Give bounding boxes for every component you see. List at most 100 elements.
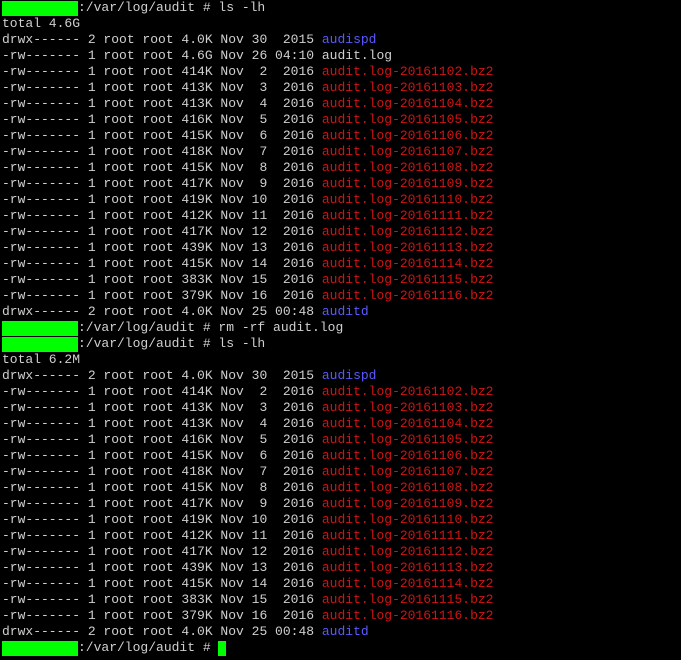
- listing-row: -rw------- 1 root root 415K Nov 8 2016 a…: [2, 480, 681, 496]
- archive-file-name: audit.log-20161116.bz2: [321, 608, 494, 623]
- listing-row: -rw------- 1 root root 419K Nov 10 2016 …: [2, 192, 681, 208]
- listing-row: -rw------- 1 root root 4.6G Nov 26 04:10…: [2, 48, 681, 64]
- archive-file-name: audit.log-20161104.bz2: [321, 416, 494, 431]
- file-metadata: -rw------- 1 root root 417K Nov 12 2016: [2, 544, 322, 559]
- prompt-line: :/var/log/audit # ls -lh: [2, 0, 681, 16]
- file-metadata: drwx------ 2 root root 4.0K Nov 30 2015: [2, 32, 322, 47]
- archive-file-name: audit.log-20161103.bz2: [321, 400, 494, 415]
- listing-row: -rw------- 1 root root 416K Nov 5 2016 a…: [2, 112, 681, 128]
- total-size-text: total 6.2M: [2, 352, 81, 367]
- listing-row: -rw------- 1 root root 439K Nov 13 2016 …: [2, 240, 681, 256]
- listing-row: -rw------- 1 root root 418K Nov 7 2016 a…: [2, 144, 681, 160]
- file-metadata: -rw------- 1 root root 416K Nov 5 2016: [2, 432, 322, 447]
- listing-row: -rw------- 1 root root 415K Nov 14 2016 …: [2, 256, 681, 272]
- archive-file-name: audit.log-20161109.bz2: [321, 176, 494, 191]
- archive-file-name: audit.log-20161107.bz2: [321, 464, 494, 479]
- file-metadata: -rw------- 1 root root 417K Nov 12 2016: [2, 224, 322, 239]
- prompt-command: :/var/log/audit # ls -lh: [78, 336, 266, 351]
- listing-row: -rw------- 1 root root 412K Nov 11 2016 …: [2, 528, 681, 544]
- archive-file-name: audit.log-20161102.bz2: [321, 64, 494, 79]
- file-metadata: -rw------- 1 root root 418K Nov 7 2016: [2, 464, 322, 479]
- listing-row: -rw------- 1 root root 417K Nov 12 2016 …: [2, 224, 681, 240]
- file-metadata: -rw------- 1 root root 419K Nov 10 2016: [2, 512, 322, 527]
- listing-row: -rw------- 1 root root 413K Nov 4 2016 a…: [2, 416, 681, 432]
- archive-file-name: audit.log-20161110.bz2: [321, 512, 494, 527]
- listing-row: -rw------- 1 root root 418K Nov 7 2016 a…: [2, 464, 681, 480]
- terminal-window[interactable]: :/var/log/audit # ls -lh total 4.6G drwx--…: [2, 0, 681, 660]
- listing-row: -rw------- 1 root root 413K Nov 4 2016 a…: [2, 96, 681, 112]
- directory-name: audispd: [321, 368, 377, 383]
- file-metadata: -rw------- 1 root root 383K Nov 15 2016: [2, 272, 322, 287]
- file-metadata: -rw------- 1 root root 415K Nov 8 2016: [2, 480, 322, 495]
- file-metadata: -rw------- 1 root root 413K Nov 3 2016: [2, 400, 322, 415]
- file-metadata: -rw------- 1 root root 413K Nov 4 2016: [2, 96, 322, 111]
- archive-file-name: audit.log-20161114.bz2: [321, 256, 494, 271]
- archive-file-name: audit.log-20161109.bz2: [321, 496, 494, 511]
- redacted-hostname: [2, 1, 78, 16]
- archive-file-name: audit.log-20161107.bz2: [321, 144, 494, 159]
- file-metadata: -rw------- 1 root root 415K Nov 6 2016: [2, 448, 322, 463]
- archive-file-name: audit.log-20161112.bz2: [321, 544, 494, 559]
- listing-row: -rw------- 1 root root 415K Nov 14 2016 …: [2, 576, 681, 592]
- listing-row: -rw------- 1 root root 415K Nov 6 2016 a…: [2, 128, 681, 144]
- archive-file-name: audit.log-20161116.bz2: [321, 288, 494, 303]
- redacted-hostname: [2, 321, 78, 336]
- listing-row: -rw------- 1 root root 417K Nov 9 2016 a…: [2, 176, 681, 192]
- listing-row: drwx------ 2 root root 4.0K Nov 30 2015 …: [2, 368, 681, 384]
- listing-row: -rw------- 1 root root 414K Nov 2 2016 a…: [2, 384, 681, 400]
- listing-row: -rw------- 1 root root 416K Nov 5 2016 a…: [2, 432, 681, 448]
- prompt-line: :/var/log/audit # rm -rf audit.log: [2, 320, 681, 336]
- listing-row: drwx------ 2 root root 4.0K Nov 25 00:48…: [2, 624, 681, 640]
- archive-file-name: audit.log-20161110.bz2: [321, 192, 494, 207]
- text-cursor[interactable]: [218, 641, 227, 656]
- file-metadata: -rw------- 1 root root 415K Nov 14 2016: [2, 256, 322, 271]
- archive-file-name: audit.log-20161105.bz2: [321, 432, 494, 447]
- archive-file-name: audit.log-20161108.bz2: [321, 160, 494, 175]
- listing-row: -rw------- 1 root root 439K Nov 13 2016 …: [2, 560, 681, 576]
- file-metadata: -rw------- 1 root root 414K Nov 2 2016: [2, 64, 322, 79]
- prompt-command: :/var/log/audit # rm -rf audit.log: [78, 320, 344, 335]
- archive-file-name: audit.log-20161103.bz2: [321, 80, 494, 95]
- file-metadata: -rw------- 1 root root 439K Nov 13 2016: [2, 240, 322, 255]
- listing-row: -rw------- 1 root root 417K Nov 9 2016 a…: [2, 496, 681, 512]
- file-metadata: drwx------ 2 root root 4.0K Nov 25 00:48: [2, 304, 322, 319]
- listing-row: -rw------- 1 root root 417K Nov 12 2016 …: [2, 544, 681, 560]
- archive-file-name: audit.log-20161111.bz2: [321, 208, 494, 223]
- file-metadata: drwx------ 2 root root 4.0K Nov 30 2015: [2, 368, 322, 383]
- archive-file-name: audit.log-20161115.bz2: [321, 272, 494, 287]
- listing-row: -rw------- 1 root root 379K Nov 16 2016 …: [2, 288, 681, 304]
- archive-file-name: audit.log-20161111.bz2: [321, 528, 494, 543]
- listing-row: -rw------- 1 root root 383K Nov 15 2016 …: [2, 272, 681, 288]
- file-metadata: -rw------- 1 root root 439K Nov 13 2016: [2, 560, 322, 575]
- directory-name: audispd: [321, 32, 377, 47]
- archive-file-name: audit.log-20161105.bz2: [321, 112, 494, 127]
- archive-file-name: audit.log-20161113.bz2: [321, 560, 494, 575]
- archive-file-name: audit.log-20161106.bz2: [321, 128, 494, 143]
- file-metadata: -rw------- 1 root root 417K Nov 9 2016: [2, 176, 322, 191]
- prompt-command: :/var/log/audit # ls -lh: [78, 0, 266, 15]
- listing-row: -rw------- 1 root root 413K Nov 3 2016 a…: [2, 80, 681, 96]
- listing-row: -rw------- 1 root root 379K Nov 16 2016 …: [2, 608, 681, 624]
- listing-row: -rw------- 1 root root 415K Nov 6 2016 a…: [2, 448, 681, 464]
- redacted-hostname: [2, 641, 78, 656]
- file-metadata: -rw------- 1 root root 415K Nov 8 2016: [2, 160, 322, 175]
- listing-row: -rw------- 1 root root 419K Nov 10 2016 …: [2, 512, 681, 528]
- listing-row: drwx------ 2 root root 4.0K Nov 30 2015 …: [2, 32, 681, 48]
- file-name: audit.log: [321, 48, 393, 63]
- listing-row: -rw------- 1 root root 415K Nov 8 2016 a…: [2, 160, 681, 176]
- archive-file-name: audit.log-20161102.bz2: [321, 384, 494, 399]
- prompt-line: :/var/log/audit # ls -lh: [2, 336, 681, 352]
- file-metadata: -rw------- 1 root root 412K Nov 11 2016: [2, 528, 322, 543]
- prompt-line: :/var/log/audit #: [2, 640, 681, 656]
- listing-row: -rw------- 1 root root 413K Nov 3 2016 a…: [2, 400, 681, 416]
- file-metadata: -rw------- 1 root root 417K Nov 9 2016: [2, 496, 322, 511]
- file-metadata: -rw------- 1 root root 412K Nov 11 2016: [2, 208, 322, 223]
- file-metadata: -rw------- 1 root root 414K Nov 2 2016: [2, 384, 322, 399]
- listing-row: -rw------- 1 root root 412K Nov 11 2016 …: [2, 208, 681, 224]
- redacted-hostname: [2, 337, 78, 352]
- file-metadata: -rw------- 1 root root 413K Nov 3 2016: [2, 80, 322, 95]
- file-metadata: drwx------ 2 root root 4.0K Nov 25 00:48: [2, 624, 322, 639]
- directory-name: auditd: [321, 304, 369, 319]
- file-metadata: -rw------- 1 root root 415K Nov 14 2016: [2, 576, 322, 591]
- directory-name: auditd: [321, 624, 369, 639]
